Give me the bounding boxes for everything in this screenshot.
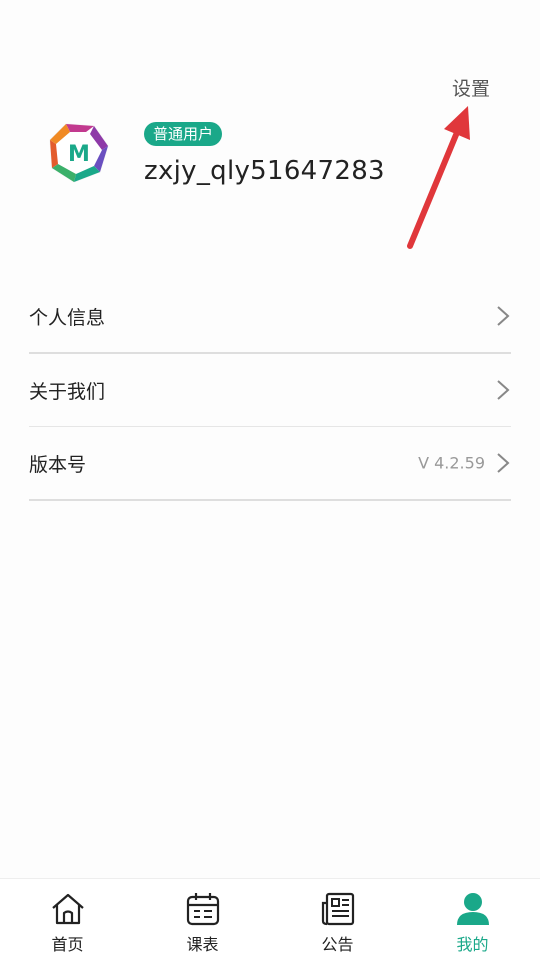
tab-home[interactable]: 首页	[0, 879, 135, 960]
profile-page: 设置 M 普通用户 zxjy_qly51647283 个人信息 关于我们 版本号…	[0, 0, 540, 960]
home-icon	[51, 893, 84, 925]
newspaper-icon	[321, 892, 354, 926]
menu-item-personal-info[interactable]: 个人信息	[29, 280, 511, 352]
tab-label: 课表	[186, 935, 219, 954]
chevron-right-icon	[497, 380, 510, 400]
tab-label: 我的	[456, 935, 489, 954]
menu-item-label: 关于我们	[29, 380, 106, 403]
calendar-icon	[186, 893, 219, 926]
tab-mine[interactable]: 我的	[405, 879, 540, 960]
menu-item-label: 版本号	[29, 453, 87, 476]
version-value: V 4.2.59	[418, 453, 485, 473]
menu-item-label: 个人信息	[29, 306, 106, 329]
profile-header: M 普通用户 zxjy_qly51647283	[46, 120, 506, 190]
settings-menu: 个人信息 关于我们 版本号 V 4.2.59	[29, 280, 511, 501]
chevron-right-icon	[497, 306, 510, 326]
menu-item-about-us[interactable]: 关于我们	[29, 354, 511, 426]
svg-text:M: M	[68, 142, 90, 167]
tab-announcements[interactable]: 公告	[270, 879, 405, 960]
tab-label: 公告	[321, 935, 354, 954]
menu-item-version[interactable]: 版本号 V 4.2.59	[29, 427, 511, 499]
app-logo-icon[interactable]: M	[46, 120, 112, 186]
tab-label: 首页	[51, 935, 84, 954]
username: zxjy_qly51647283	[144, 156, 385, 186]
divider	[29, 499, 511, 501]
tab-schedule[interactable]: 课表	[135, 879, 270, 960]
user-icon	[456, 893, 489, 925]
bottom-tab-bar: 首页 课表 公告 我的	[0, 878, 540, 960]
chevron-right-icon	[497, 453, 510, 473]
settings-link[interactable]: 设置	[452, 74, 490, 101]
user-type-badge: 普通用户	[144, 122, 223, 146]
